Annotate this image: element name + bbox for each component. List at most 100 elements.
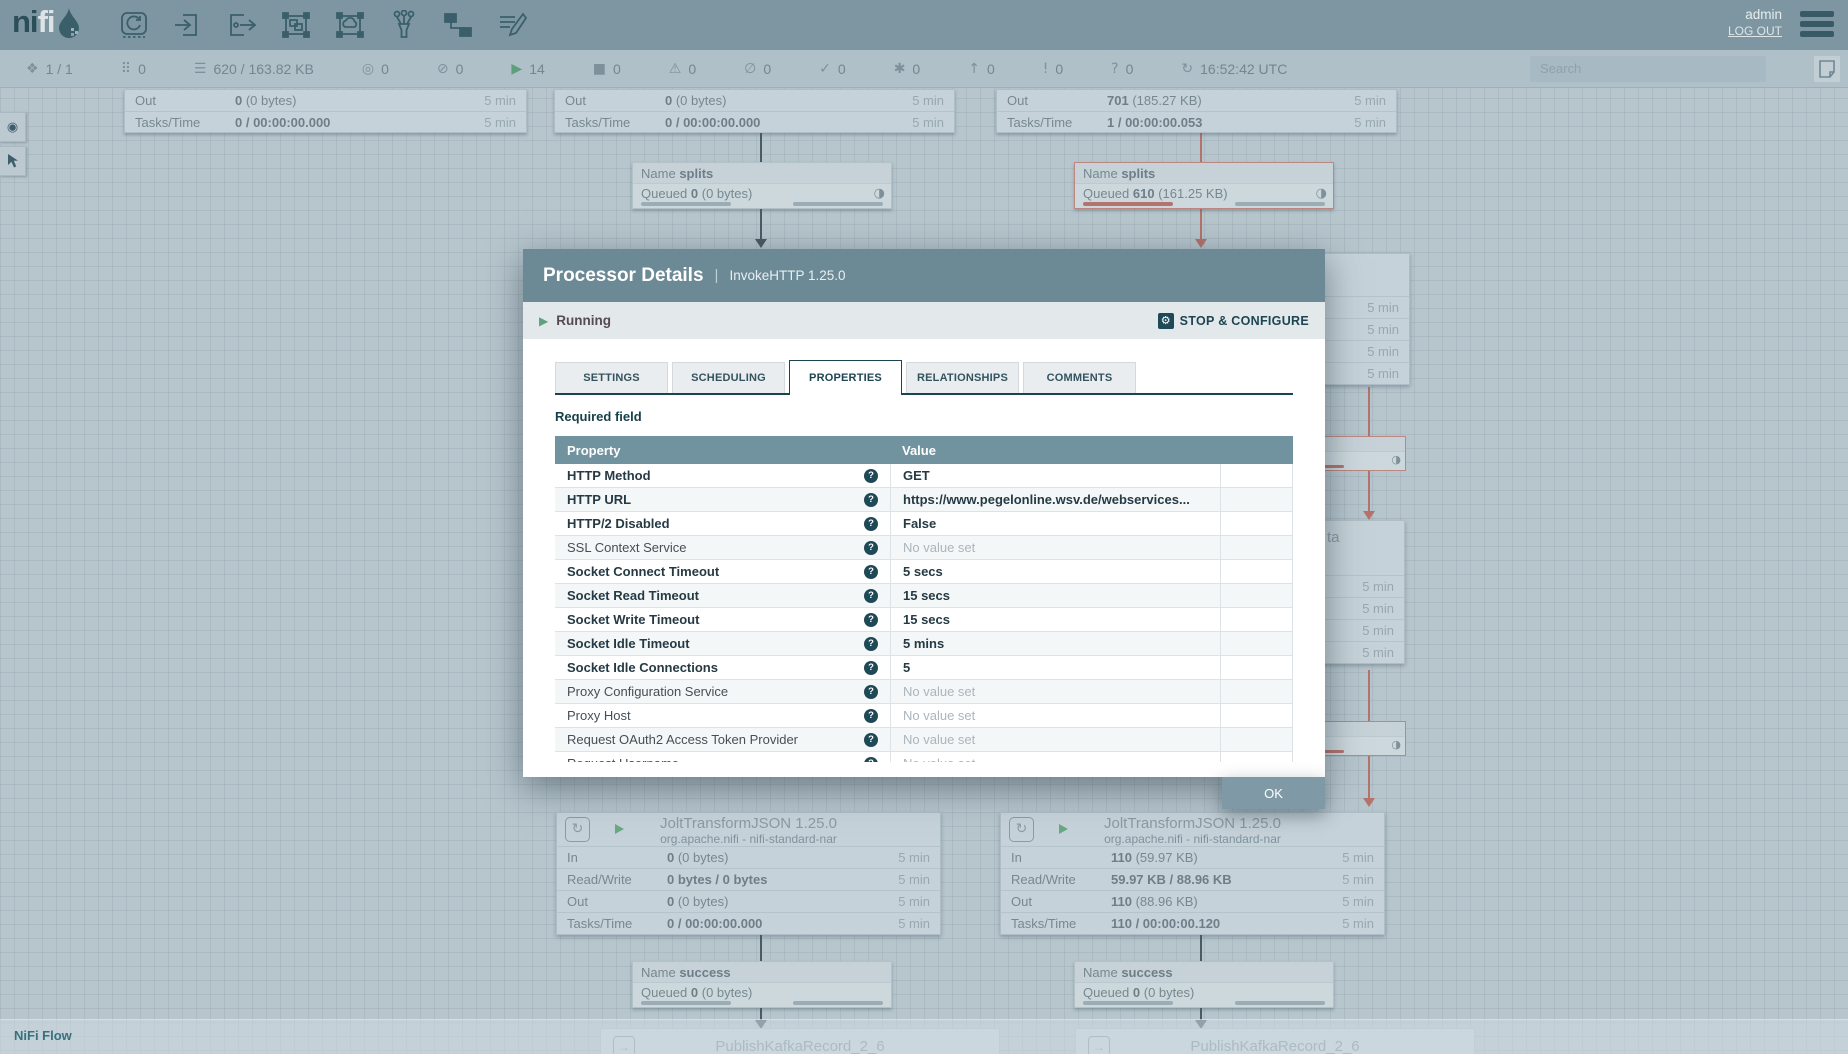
- last-refresh[interactable]: ↻16:52:42 UTC: [1181, 61, 1287, 77]
- navigate-palette-toggle[interactable]: ◉: [0, 112, 26, 142]
- table-row: HTTP Method?GET: [555, 464, 1292, 488]
- input-port-icon[interactable]: [172, 8, 204, 42]
- processor-partial-1[interactable]: Out0 (0 bytes)5 min Tasks/Time0 / 00:00:…: [124, 89, 527, 133]
- help-icon[interactable]: ?: [864, 757, 878, 763]
- status-transmitting: ◎0: [362, 61, 389, 77]
- load-balance-icon: ◑: [1391, 453, 1401, 466]
- dialog-body: SETTINGS SCHEDULING PROPERTIES RELATIONS…: [523, 339, 1325, 777]
- help-icon[interactable]: ?: [864, 565, 878, 579]
- help-icon[interactable]: ?: [864, 469, 878, 483]
- help-icon[interactable]: ?: [864, 709, 878, 723]
- help-icon[interactable]: ?: [864, 637, 878, 651]
- connection-label-splits-backpressure[interactable]: Name splits Queued 610 (161.25 KB)◑: [1074, 162, 1334, 209]
- gear-icon: ⚙: [1158, 313, 1174, 329]
- table-row: Request OAuth2 Access Token Provider?No …: [555, 728, 1292, 752]
- connection-line-warning: [1368, 756, 1370, 800]
- processor-icon[interactable]: [118, 8, 150, 42]
- processor-jolt-right[interactable]: ↻ JoltTransformJSON 1.25.0 org.apache.ni…: [1000, 812, 1385, 935]
- tab-relationships[interactable]: RELATIONSHIPS: [906, 362, 1019, 393]
- processor-details-dialog: Processor Details | InvokeHTTP 1.25.0 ▶ …: [523, 249, 1325, 809]
- table-row-partial: Request Username?No value set: [555, 752, 1292, 762]
- running-icon: ▶: [511, 61, 522, 77]
- output-port-icon[interactable]: [226, 8, 258, 42]
- processor-partial-3[interactable]: Out701 (185.27 KB)5 min Tasks/Time1 / 00…: [996, 89, 1397, 133]
- table-row: SSL Context Service?No value set: [555, 536, 1292, 560]
- help-icon[interactable]: ?: [864, 541, 878, 555]
- bulletin-panel-icon[interactable]: [1814, 56, 1840, 82]
- running-status-icon: ▶: [539, 314, 548, 328]
- cluster-icon: ❖: [26, 61, 39, 77]
- stale-icon: ↑: [968, 61, 980, 77]
- operate-palette-toggle[interactable]: [0, 146, 26, 176]
- properties-table-header: Property Value: [555, 436, 1293, 464]
- column-value: Value: [890, 443, 1220, 458]
- processor-bundle: org.apache.nifi - nifi-standard-nar: [557, 832, 940, 846]
- label-icon[interactable]: [496, 8, 528, 42]
- sync-failure-icon: ?: [1111, 61, 1118, 77]
- tab-settings[interactable]: SETTINGS: [555, 362, 668, 393]
- logout-link[interactable]: LOG OUT: [1728, 23, 1782, 39]
- search-input[interactable]: [1530, 56, 1766, 82]
- dialog-tabs: SETTINGS SCHEDULING PROPERTIES RELATIONS…: [555, 360, 1293, 395]
- threads-icon: ⠿: [121, 61, 131, 77]
- status-up-to-date: ✓0: [819, 61, 846, 77]
- processor-jolt-left[interactable]: ↻ JoltTransformJSON 1.25.0 org.apache.ni…: [556, 812, 941, 935]
- transmitting-icon: ◎: [362, 61, 374, 77]
- stopped-icon: ■: [593, 61, 606, 77]
- tab-comments[interactable]: COMMENTS: [1023, 362, 1136, 393]
- status-not-transmitting: ⊘0: [437, 61, 464, 77]
- refresh-icon[interactable]: ↻: [1181, 61, 1193, 77]
- connection-arrowhead: [755, 239, 767, 248]
- operate-hand-icon: [6, 153, 20, 169]
- help-icon[interactable]: ?: [864, 733, 878, 747]
- connection-arrowhead: [1195, 239, 1207, 248]
- nifi-canvas-page: nifi admin LOG OUT ❖1 / 1 ⠿0 ☰620 / 163.…: [0, 0, 1848, 1054]
- nifi-logo: nifi: [12, 4, 81, 40]
- connection-line-warning: [1368, 471, 1370, 513]
- connection-label-success[interactable]: Name success Queued 0 (0 bytes): [1074, 961, 1334, 1008]
- processor-name-fragment: ta: [1327, 529, 1340, 546]
- status-connected-nodes: ❖1 / 1: [26, 61, 73, 77]
- funnel-icon[interactable]: [388, 8, 420, 42]
- help-icon[interactable]: ?: [864, 589, 878, 603]
- status-locally-modified: ✱0: [894, 61, 921, 77]
- help-icon[interactable]: ?: [864, 613, 878, 627]
- table-row: Socket Write Timeout?15 secs: [555, 608, 1292, 632]
- flow-status-bar: ❖1 / 1 ⠿0 ☰620 / 163.82 KB ◎0 ⊘0 ▶14 ■0 …: [0, 50, 1848, 88]
- up-to-date-icon: ✓: [819, 61, 831, 77]
- table-row: Socket Connect Timeout?5 secs: [555, 560, 1292, 584]
- modified-stale-icon: !: [1043, 61, 1049, 77]
- process-group-icon[interactable]: [280, 8, 312, 42]
- locally-modified-icon: ✱: [894, 61, 906, 77]
- table-row: Socket Read Timeout?15 secs: [555, 584, 1292, 608]
- status-invalid: ⚠0: [669, 61, 696, 77]
- ok-button[interactable]: OK: [1222, 777, 1325, 809]
- not-transmitting-icon: ⊘: [437, 61, 449, 77]
- status-stopped: ■0: [593, 61, 621, 77]
- help-icon[interactable]: ?: [864, 493, 878, 507]
- run-status-label: Running: [556, 313, 611, 328]
- breadcrumb[interactable]: NiFi Flow: [14, 1028, 72, 1043]
- global-menu-icon[interactable]: [1800, 11, 1834, 37]
- table-row: HTTP/2 Disabled?False: [555, 512, 1292, 536]
- running-status-icon: [1059, 824, 1068, 834]
- dialog-header: Processor Details | InvokeHTTP 1.25.0: [523, 249, 1325, 302]
- help-icon[interactable]: ?: [864, 685, 878, 699]
- template-icon[interactable]: [442, 8, 474, 42]
- tab-properties[interactable]: PROPERTIES: [789, 360, 902, 395]
- connection-line: [760, 209, 762, 240]
- table-row: Socket Idle Connections?5: [555, 656, 1292, 680]
- connection-label-splits[interactable]: Name splits Queued 0 (0 bytes)◑: [632, 162, 892, 209]
- tab-scheduling[interactable]: SCHEDULING: [672, 362, 785, 393]
- connection-label-success[interactable]: Name success Queued 0 (0 bytes): [632, 961, 892, 1008]
- load-balance-icon: ◑: [1391, 738, 1401, 751]
- help-icon[interactable]: ?: [864, 661, 878, 675]
- connection-line-warning: [1368, 670, 1370, 721]
- load-balance-icon: ◑: [1316, 184, 1327, 204]
- stop-and-configure-button[interactable]: ⚙ STOP & CONFIGURE: [1158, 313, 1309, 329]
- table-row: Socket Idle Timeout?5 mins: [555, 632, 1292, 656]
- remote-process-group-icon[interactable]: [334, 8, 366, 42]
- processor-partial-2[interactable]: Out0 (0 bytes)5 min Tasks/Time0 / 00:00:…: [554, 89, 955, 133]
- user-area: admin LOG OUT: [1728, 7, 1782, 39]
- help-icon[interactable]: ?: [864, 517, 878, 531]
